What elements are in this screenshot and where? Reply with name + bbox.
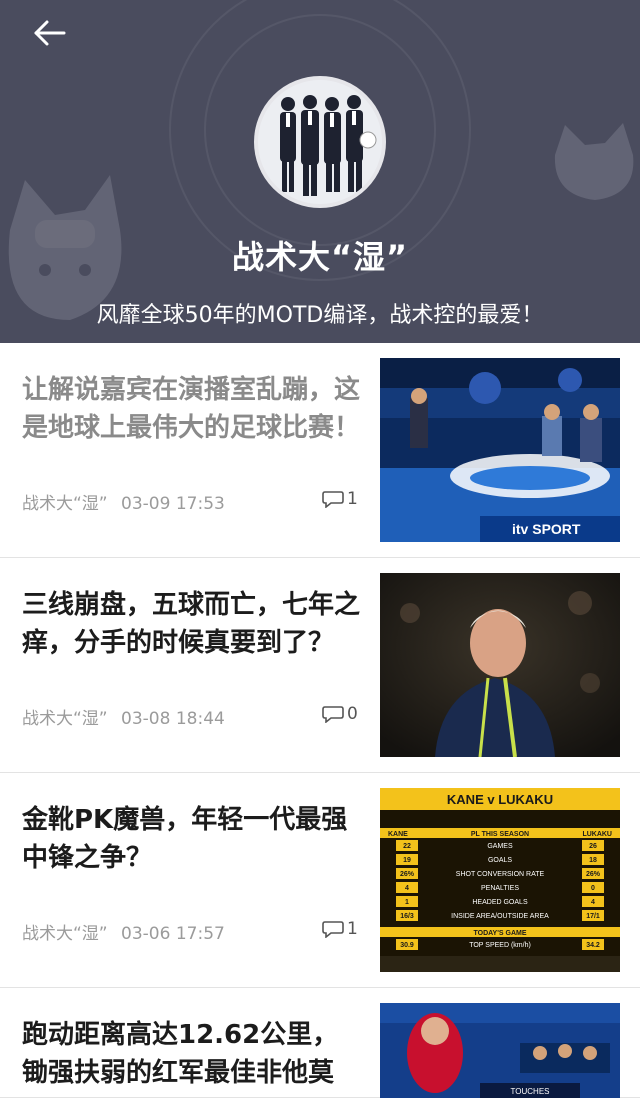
article-author: 战术大“湿” [22,924,108,944]
article-item[interactable]: 金靴PK魔兽，年轻一代最强中锋之争？ 战术大“湿” 03-06 17:57 1 … [0,773,640,988]
back-button[interactable] [30,14,70,54]
arrow-left-icon [34,20,66,46]
stat-label: GAMES [487,843,513,850]
stat-right-value: 4 [591,899,595,906]
stat-label: PENALTIES [481,885,519,892]
stats-section2-label: TODAY'S GAME [473,930,526,937]
stat-left-value: 19 [403,857,411,864]
stat-right-value: 0 [591,885,595,892]
stat-label: HEADED GOALS [472,899,528,906]
article-meta: 战术大“湿” 03-08 18:44 [22,704,225,729]
stat-right-value: 26 [589,843,597,850]
article-date: 03-08 18:44 [121,709,225,729]
stat-left-value: 4 [405,885,409,892]
article-item[interactable]: 跑动距离高达12.62公里，锄强扶弱的红军最佳非他莫 TOUCHES [0,988,640,1098]
article-title: 跑动距离高达12.62公里，锄强扶弱的红军最佳非他莫 [22,1020,339,1088]
article-title: 让解说嘉宾在演播室乱蹦，这是地球上最伟大的足球比赛！ [22,375,361,443]
comment-count[interactable]: 0 [322,704,358,724]
stats-graphic-image: KANE v LUKAKU KANE PL THIS SEASON LUKAKU… [380,788,620,972]
comment-bubble-icon [322,491,344,508]
stat-left-value: 16/3 [400,913,414,920]
article-thumbnail: TOUCHES [380,1003,620,1098]
article-thumbnail: itv SPORT [380,358,620,542]
article-author: 战术大“湿” [22,494,108,514]
stat-label: INSIDE AREA/OUTSIDE AREA [451,913,549,920]
stats-right-name: LUKAKU [582,831,612,838]
article-date: 03-06 17:57 [121,924,225,944]
stat-right-value: 26% [586,871,601,878]
stats-section-label: PL THIS SEASON [471,831,529,838]
article-thumbnail [380,573,620,757]
itv-sport-label: itv SPORT [512,521,581,537]
stat-right-value: 17/1 [586,913,600,920]
stats-title: KANE v LUKAKU [447,792,553,807]
speed-left-value: 30.9 [400,942,414,949]
presenters-photo-icon [258,80,382,204]
article-item[interactable]: 三线崩盘，五球而亡，七年之痒，分手的时候真要到了？ 战术大“湿” 03-08 1… [0,558,640,773]
channel-subtitle: 风靡全球50年的MOTD编译，战术控的最爱！ [96,303,544,328]
stat-left-value: 1 [405,899,409,906]
comment-bubble-icon [322,706,344,723]
comment-bubble-icon [322,921,344,938]
stat-left-value: 26% [400,871,415,878]
article-meta: 战术大“湿” 03-06 17:57 [22,919,225,944]
comment-count-value: 0 [347,704,358,724]
touches-label: TOUCHES [511,1087,550,1096]
channel-header: 战术大“湿” 风靡全球50年的MOTD编译，战术控的最爱！ [0,0,640,343]
stat-left-value: 22 [403,843,411,850]
channel-title: 战术大“湿” [231,238,409,276]
stats-left-name: KANE [388,831,408,838]
article-author: 战术大“湿” [22,709,108,729]
stat-label: SHOT CONVERSION RATE [456,871,545,878]
article-title: 三线崩盘，五球而亡，七年之痒，分手的时候真要到了？ [22,590,361,658]
speed-label: TOP SPEED (km/h) [469,942,531,949]
tv-studio-image: itv SPORT [380,358,620,542]
coach-photo-image [380,573,620,757]
comment-count[interactable]: 1 [322,489,358,509]
stat-label: GOALS [488,857,512,864]
comment-count-value: 1 [347,489,358,509]
article-item[interactable]: 让解说嘉宾在演播室乱蹦，这是地球上最伟大的足球比赛！ 战术大“湿” 03-09 … [0,343,640,558]
stat-right-value: 18 [589,857,597,864]
article-thumbnail: KANE v LUKAKU KANE PL THIS SEASON LUKAKU… [380,788,620,972]
comment-count[interactable]: 1 [322,919,358,939]
article-meta: 战术大“湿” 03-09 17:53 [22,489,225,514]
speed-right-value: 34.2 [586,942,600,949]
channel-avatar[interactable] [254,76,386,208]
comment-count-value: 1 [347,919,358,939]
article-list: 让解说嘉宾在演播室乱蹦，这是地球上最伟大的足球比赛！ 战术大“湿” 03-09 … [0,343,640,1098]
article-date: 03-09 17:53 [121,494,225,514]
article-title: 金靴PK魔兽，年轻一代最强中锋之争？ [22,805,348,873]
match-analysis-image: TOUCHES [380,1003,620,1098]
cat-mascot-right-icon [554,123,634,200]
